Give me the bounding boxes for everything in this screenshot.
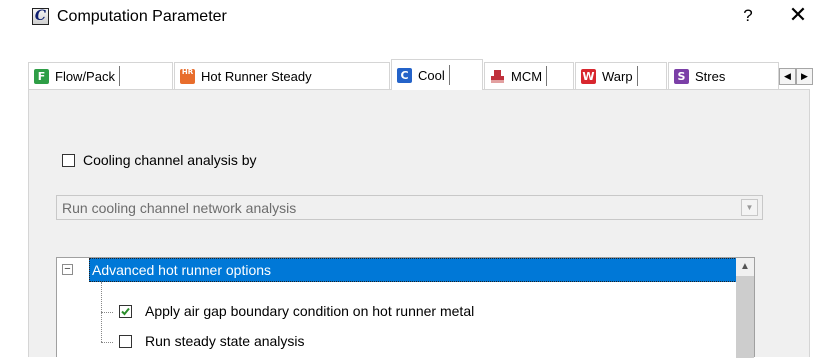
tab-stress[interactable]: S Stres bbox=[668, 62, 779, 89]
tab-label: Cool bbox=[418, 67, 445, 83]
checkmark-icon bbox=[121, 307, 130, 316]
chevron-down-icon[interactable]: ▼ bbox=[741, 199, 758, 216]
advanced-options-tree: − Advanced hot runner options Apply air … bbox=[56, 257, 755, 358]
dropdown-value: Run cooling channel network analysis bbox=[62, 199, 297, 216]
mcm-icon-shape bbox=[491, 69, 504, 83]
cooling-channel-checkbox[interactable] bbox=[62, 153, 75, 167]
tab-flow-pack[interactable]: F Flow/Pack bbox=[28, 62, 173, 89]
scrollbar-thumb[interactable] bbox=[736, 276, 754, 358]
tab-label: Stres bbox=[695, 68, 726, 84]
tree-scrollbar[interactable]: ▲ bbox=[736, 258, 754, 358]
tree-item-steady-state[interactable]: Run steady state analysis bbox=[57, 332, 737, 356]
flow-pack-icon: F bbox=[34, 68, 49, 84]
tab-label: Flow/Pack bbox=[55, 68, 115, 84]
scroll-up-icon[interactable]: ▲ bbox=[736, 258, 754, 276]
stress-icon: S bbox=[674, 68, 689, 84]
mcm-icon bbox=[490, 69, 505, 84]
tree-branch-line bbox=[101, 312, 113, 313]
tree-root-row[interactable]: − Advanced hot runner options bbox=[57, 258, 737, 282]
close-button[interactable]: ✕ bbox=[785, 3, 811, 31]
steady-state-label: Run steady state analysis bbox=[145, 333, 305, 349]
tab-scroll-right-icon[interactable]: ▶ bbox=[796, 68, 813, 85]
cooling-channel-option[interactable]: Cooling channel analysis by bbox=[62, 152, 257, 168]
tree-item-air-gap[interactable]: Apply air gap boundary condition on hot … bbox=[57, 300, 737, 324]
window-title: Computation Parameter bbox=[57, 8, 227, 25]
cooling-channel-label: Cooling channel analysis by bbox=[83, 152, 257, 168]
tab-strip: F Flow/Pack HR Hot Runner Steady C Cool … bbox=[28, 59, 798, 90]
steady-state-checkbox[interactable] bbox=[119, 335, 132, 348]
tab-mcm[interactable]: MCM bbox=[484, 62, 574, 89]
title-bar: C Computation Parameter ? ✕ bbox=[0, 0, 831, 40]
warp-icon: W bbox=[581, 68, 596, 84]
help-button[interactable]: ? bbox=[738, 6, 758, 30]
tab-divider bbox=[546, 66, 548, 86]
app-logo-icon: C bbox=[32, 8, 49, 25]
tab-divider bbox=[448, 65, 450, 85]
air-gap-checkbox[interactable] bbox=[119, 305, 132, 318]
tab-scroll-left-icon[interactable]: ◀ bbox=[779, 68, 796, 85]
tab-divider bbox=[118, 66, 120, 86]
tab-scroll-buttons: ◀ ▶ bbox=[779, 68, 813, 85]
collapse-icon[interactable]: − bbox=[62, 264, 73, 275]
cooling-analysis-dropdown[interactable]: Run cooling channel network analysis ▼ bbox=[56, 195, 763, 220]
tree-root-label[interactable]: Advanced hot runner options bbox=[89, 258, 737, 282]
tab-divider bbox=[636, 66, 638, 86]
tab-warp[interactable]: W Warp bbox=[575, 62, 667, 89]
tab-label: Hot Runner Steady bbox=[201, 68, 312, 84]
tab-label: MCM bbox=[511, 68, 543, 84]
tab-label: Warp bbox=[602, 68, 633, 84]
tree-branch-line bbox=[101, 342, 113, 343]
air-gap-label: Apply air gap boundary condition on hot … bbox=[145, 303, 475, 319]
cool-icon: C bbox=[397, 67, 412, 83]
tab-hot-runner-steady[interactable]: HR Hot Runner Steady bbox=[174, 62, 390, 89]
hot-runner-icon: HR bbox=[180, 68, 195, 84]
tab-cool[interactable]: C Cool bbox=[391, 59, 483, 90]
